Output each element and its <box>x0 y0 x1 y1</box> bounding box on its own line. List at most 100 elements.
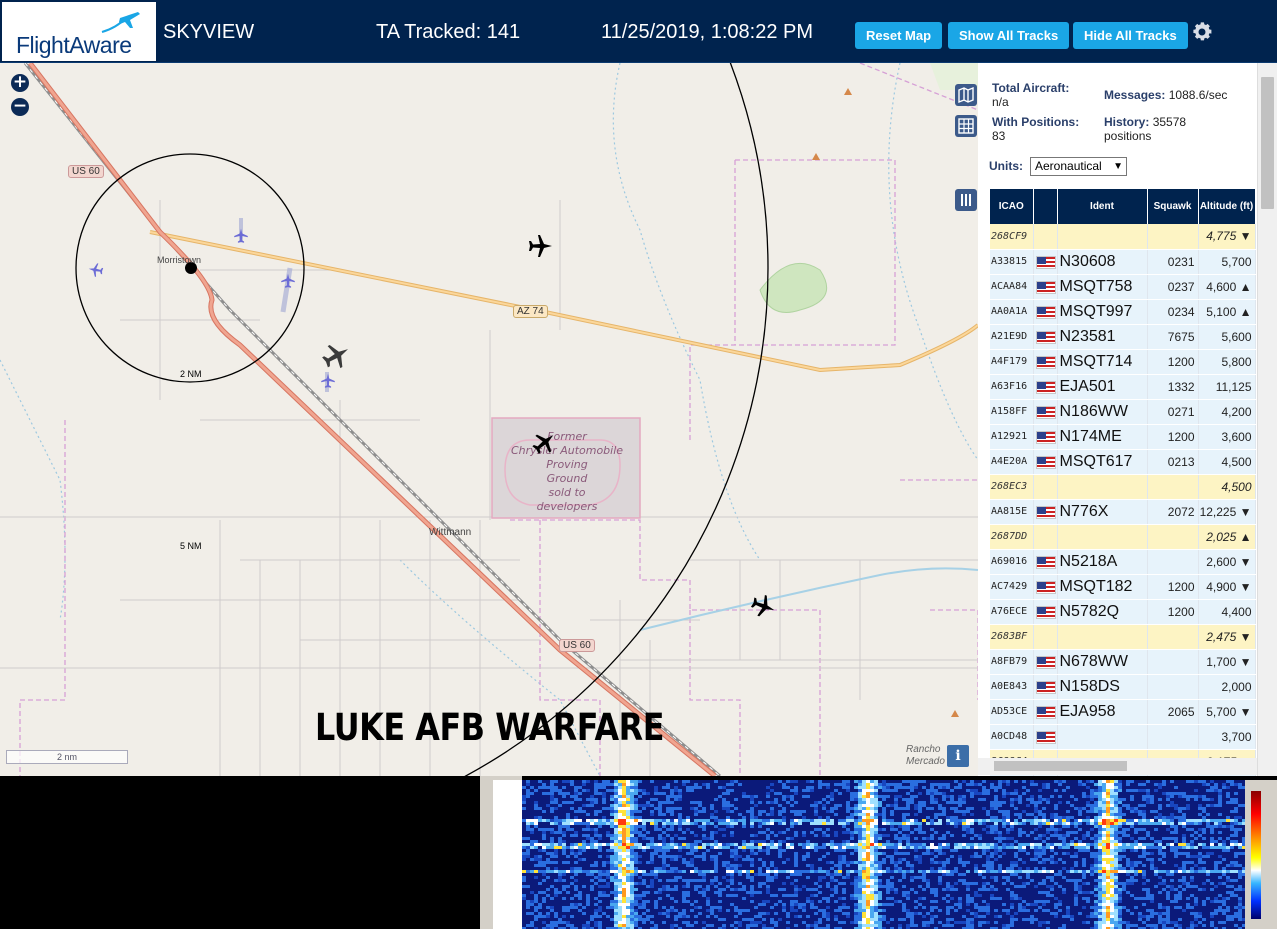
aircraft-marker-icon[interactable] <box>320 373 336 389</box>
waterfall-cell <box>1006 837 1010 840</box>
table-row[interactable]: AD53CE EJA958 2065 5,700 ▼ <box>990 699 1256 725</box>
waterfall-cell <box>694 921 698 924</box>
grid-icon[interactable] <box>955 115 977 137</box>
waterfall-cell <box>758 825 762 828</box>
table-row[interactable]: 2683BF 2,475 ▼ <box>990 624 1256 650</box>
table-row[interactable]: ACAA84 MSQT758 0237 4,600 ▲ <box>990 274 1256 300</box>
scrollbar-thumb[interactable] <box>994 761 1127 771</box>
waterfall-cell <box>1098 828 1102 831</box>
hide-all-tracks-button[interactable]: Hide All Tracks <box>1073 22 1188 49</box>
table-row[interactable]: AA815E N776X 2072 12,225 ▼ <box>990 499 1256 525</box>
aircraft-marker-icon[interactable] <box>280 273 296 289</box>
aircraft-marker-icon[interactable] <box>527 233 553 259</box>
waterfall-cell <box>674 843 678 846</box>
waterfall-cell <box>990 876 994 879</box>
waterfall-cell <box>1238 852 1242 855</box>
table-row[interactable]: A12921 N174ME 1200 3,600 <box>990 424 1256 450</box>
waterfall-cell <box>702 828 706 831</box>
waterfall-cell <box>942 924 946 927</box>
waterfall-cell <box>726 816 730 819</box>
column-header-flag[interactable] <box>1033 189 1058 224</box>
waterfall-cell <box>546 924 550 927</box>
aircraft-marker-icon[interactable] <box>750 593 776 619</box>
waterfall-cell <box>618 831 622 834</box>
aircraft-marker-icon[interactable] <box>531 430 557 456</box>
zoom-out-button[interactable]: − <box>11 98 29 116</box>
table-row[interactable]: A0E843 N158DS 2,000 <box>990 674 1256 700</box>
waterfall-cell <box>1210 915 1214 918</box>
waterfall-cell <box>1218 861 1222 864</box>
flightaware-logo[interactable]: FlightAware <box>2 2 156 61</box>
table-row[interactable]: A76ECE N5782Q 1200 4,400 <box>990 599 1256 625</box>
waterfall-cell <box>970 792 974 795</box>
aircraft-marker-icon[interactable] <box>233 228 249 244</box>
aircraft-marker-icon[interactable] <box>88 262 104 278</box>
waterfall-cell <box>1106 876 1110 879</box>
show-all-tracks-button[interactable]: Show All Tracks <box>948 22 1070 49</box>
panel-vertical-scrollbar[interactable] <box>1257 63 1277 776</box>
map-layers-icon[interactable] <box>955 84 977 106</box>
waterfall-cell <box>986 870 990 873</box>
table-row[interactable]: AA0A1A MSQT997 0234 5,100 ▲ <box>990 299 1256 325</box>
table-row[interactable]: A4F179 MSQT714 1200 5,800 <box>990 349 1256 375</box>
waterfall-cell <box>666 798 670 801</box>
waterfall-cell <box>622 900 626 903</box>
table-row[interactable]: 268CF9 4,775 ▼ <box>990 224 1256 250</box>
waterfall-cell <box>1114 852 1118 855</box>
zoom-in-button[interactable]: + <box>11 74 29 92</box>
reset-map-button[interactable]: Reset Map <box>855 22 943 49</box>
waterfall-cell <box>850 921 854 924</box>
table-row[interactable]: 268EC3 4,500 <box>990 474 1256 500</box>
column-header-ident[interactable]: Ident <box>1057 189 1148 224</box>
column-header-squawk[interactable]: Squawk <box>1147 189 1199 224</box>
aircraft-marker-icon[interactable] <box>321 341 351 371</box>
table-row[interactable]: A63F16 EJA501 1332 11,125 <box>990 374 1256 400</box>
table-row[interactable]: A0CD48 3,700 <box>990 724 1256 750</box>
waterfall-cell <box>986 858 990 861</box>
waterfall-cell <box>1098 849 1102 852</box>
table-row[interactable]: A158FF N186WW 0271 4,200 <box>990 399 1256 425</box>
table-row[interactable]: A21E9D N23581 7675 5,600 <box>990 324 1256 350</box>
waterfall-cell <box>1146 915 1150 918</box>
waterfall-cell <box>630 846 634 849</box>
columns-icon[interactable] <box>955 189 977 211</box>
waterfall-cell <box>698 912 702 915</box>
waterfall-cell <box>962 864 966 867</box>
waterfall-cell <box>622 786 626 789</box>
waterfall-cell <box>1010 828 1014 831</box>
waterfall-cell <box>1138 822 1142 825</box>
waterfall-cell <box>970 918 974 921</box>
info-button[interactable]: i <box>947 745 969 767</box>
waterfall-cell <box>1026 873 1030 876</box>
units-select[interactable]: Aeronautical ▼ <box>1030 157 1127 176</box>
waterfall-cell <box>606 882 610 885</box>
waterfall-cell <box>1186 828 1190 831</box>
waterfall-cell <box>1126 828 1130 831</box>
table-header-row: ICAO Ident Squawk Altitude (ft) <box>990 189 1256 224</box>
waterfall-cell <box>858 897 862 900</box>
map-view[interactable]: US 60 AZ 74 US 60 Morristown Wittmann Fo… <box>0 63 978 776</box>
waterfall-cell <box>1206 879 1210 882</box>
panel-horizontal-scrollbar[interactable] <box>978 758 1257 775</box>
settings-gear-icon[interactable] <box>1190 20 1214 44</box>
waterfall-cell <box>738 783 742 786</box>
waterfall-cell <box>1014 789 1018 792</box>
scrollbar-thumb[interactable] <box>1261 77 1274 209</box>
column-header-icao[interactable]: ICAO <box>990 189 1034 224</box>
waterfall-cell <box>1046 822 1050 825</box>
column-header-altitude[interactable]: Altitude (ft) <box>1198 189 1256 224</box>
waterfall-cell <box>1194 855 1198 858</box>
waterfall-cell <box>1086 831 1090 834</box>
table-row[interactable]: AC7429 MSQT182 1200 4,900 ▼ <box>990 574 1256 600</box>
table-row[interactable]: A8FB79 N678WW 1,700 ▼ <box>990 649 1256 675</box>
table-row[interactable]: 2687DD 2,025 ▲ <box>990 524 1256 550</box>
waterfall-cell <box>966 810 970 813</box>
waterfall-cell <box>1146 909 1150 912</box>
table-row[interactable]: A69016 N5218A 2,600 ▼ <box>990 549 1256 575</box>
waterfall-cell <box>1150 822 1154 825</box>
table-row[interactable]: A33815 N30608 0231 5,700 <box>990 249 1256 275</box>
waterfall-cell <box>1146 831 1150 834</box>
table-row[interactable]: A4E20A MSQT617 0213 4,500 <box>990 449 1256 475</box>
waterfall-cell <box>554 888 558 891</box>
waterfall-cell <box>658 891 662 894</box>
